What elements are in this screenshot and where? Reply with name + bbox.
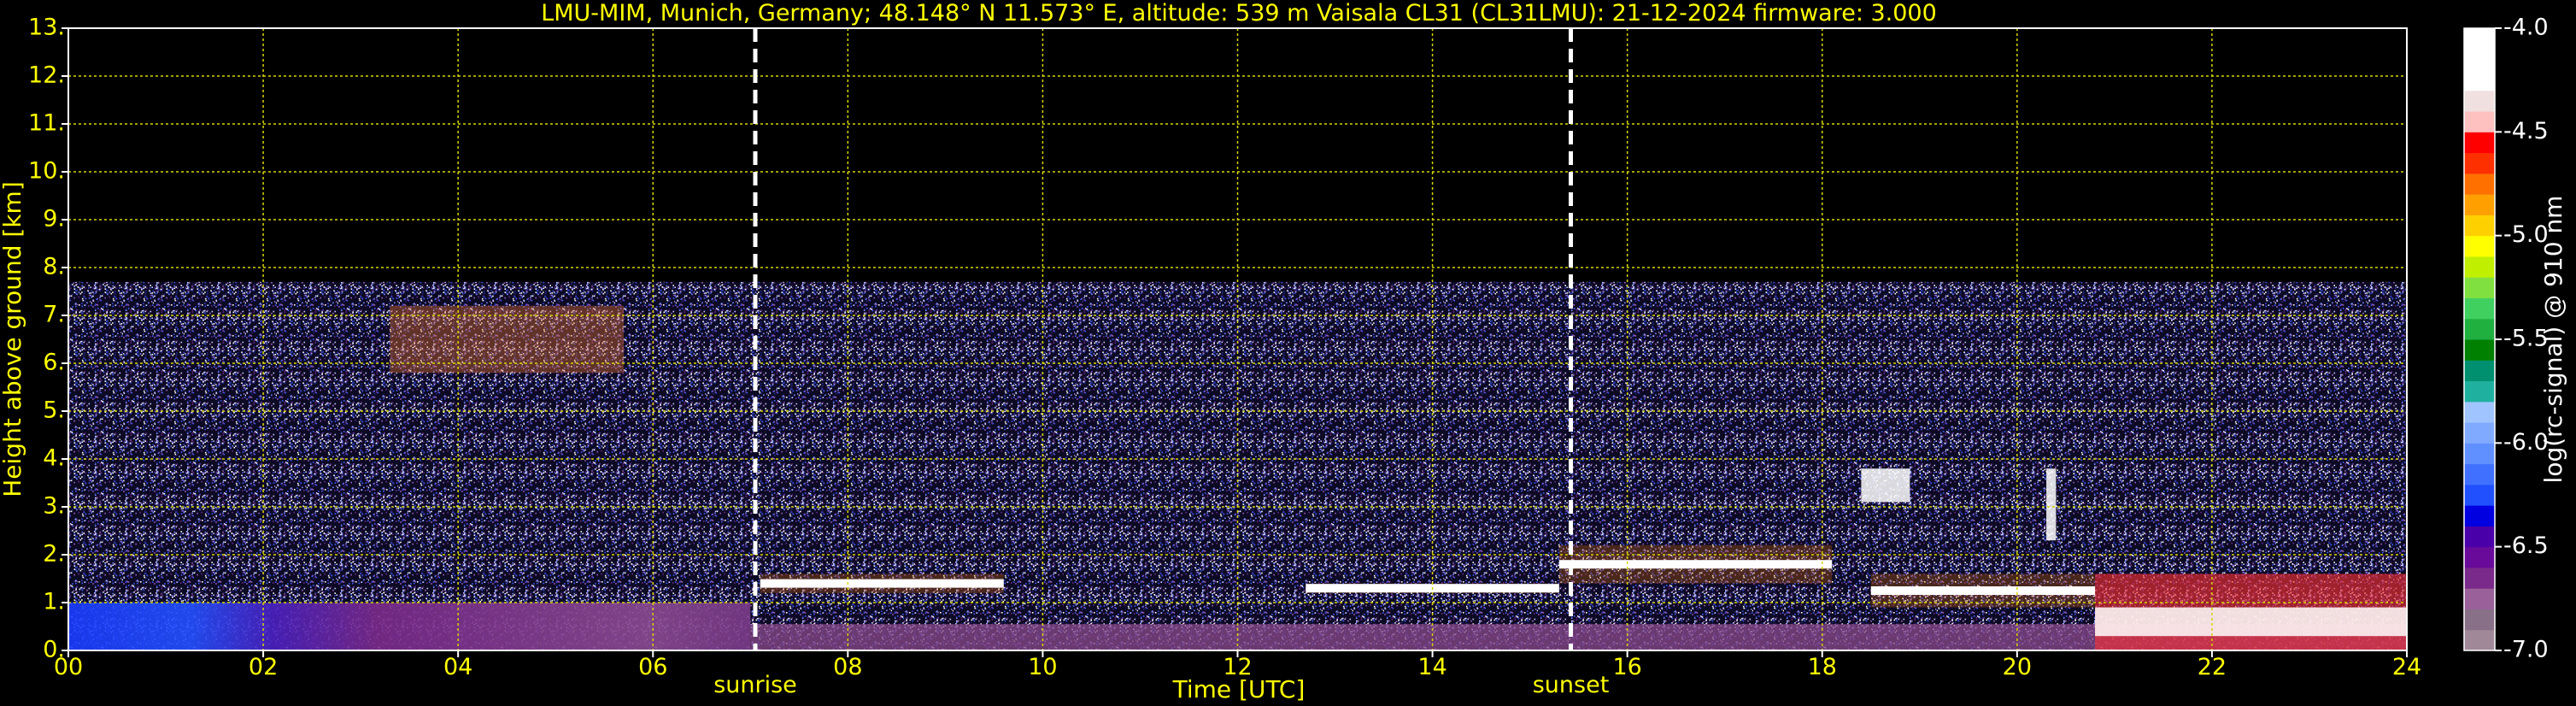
y-tick-label: 1. [43, 589, 65, 615]
colorbar-segment [2464, 28, 2495, 50]
colorbar-segment [2464, 546, 2495, 568]
ceilometer-chart: LMU-MIM, Munich, Germany; 48.148° N 11.5… [0, 0, 2567, 703]
colorbar-segment [2464, 152, 2495, 174]
colorbar-segment [2464, 609, 2495, 631]
cloud-layer [760, 579, 1004, 588]
y-tick-label: 13. [28, 15, 65, 41]
colorbar-tick-label: -4.0 [2503, 15, 2549, 41]
colorbar-segment [2464, 69, 2495, 91]
x-tick-label: 16 [1612, 654, 1641, 680]
colorbar-segment [2464, 235, 2495, 257]
colorbar-segment [2464, 484, 2495, 506]
y-tick-label: 3. [43, 493, 65, 520]
x-tick-label: 20 [2003, 654, 2032, 680]
x-tick-label: 02 [249, 654, 278, 680]
colorbar-segment [2464, 567, 2495, 589]
colorbar-tick-label: -4.5 [2503, 118, 2549, 144]
colorbar-segment [2464, 401, 2495, 423]
y-tick-label: 9. [43, 206, 65, 232]
colorbar-segment [2464, 111, 2495, 132]
colorbar-segment [2464, 90, 2495, 112]
colorbar-segment [2464, 318, 2495, 340]
chart-title: LMU-MIM, Munich, Germany; 48.148° N 11.5… [541, 0, 1937, 26]
y-axis-ticks: 0.1.2.3.4.5.6.7.8.9.10.11.12.13. [28, 15, 68, 663]
colorbar-label: log(rc-signal) @ 910 nm [2539, 196, 2567, 484]
y-axis-label: Height above ground [km] [0, 181, 26, 497]
cloud-layer [1558, 560, 1833, 569]
y-tick-label: 6. [43, 350, 65, 376]
x-tick-label: 18 [1808, 654, 1837, 680]
colorbar-segment [2464, 629, 2495, 651]
sunset-label: sunset [1533, 672, 1610, 698]
sunrise-label: sunrise [713, 672, 797, 698]
y-tick-label: 8. [43, 254, 65, 280]
colorbar-segment [2464, 194, 2495, 215]
colorbar-segment [2464, 49, 2495, 71]
x-tick-label: 22 [2198, 654, 2227, 680]
colorbar-tick-label: -7.0 [2503, 637, 2549, 663]
y-tick-label: 10. [28, 158, 65, 185]
colorbar-segment [2464, 443, 2495, 465]
colorbar-segment [2464, 256, 2495, 278]
x-tick-label: 24 [2392, 654, 2421, 680]
colorbar-segment [2464, 173, 2495, 195]
x-tick-label: 04 [443, 654, 472, 680]
y-tick-label: 7. [43, 302, 65, 328]
y-tick-label: 5. [43, 397, 65, 424]
colorbar-segment [2464, 360, 2495, 382]
colorbar-segment [2464, 526, 2495, 548]
y-tick-label: 11. [28, 110, 65, 137]
cloud-patch [1861, 468, 1910, 503]
cloud-patch [2046, 468, 2057, 541]
y-tick-label: 12. [28, 62, 65, 89]
colorbar-segment [2464, 215, 2495, 237]
boundary-layer-morning [68, 603, 751, 650]
colorbar-tick-label: -6.5 [2503, 532, 2549, 559]
colorbar-segment [2464, 380, 2495, 403]
x-tick-label: 14 [1417, 654, 1446, 680]
colorbar-segment [2464, 277, 2495, 298]
x-tick-label: 10 [1028, 654, 1057, 680]
colorbar-segment [2464, 132, 2495, 154]
colorbar-segment [2464, 588, 2495, 609]
x-tick-label: 08 [833, 654, 862, 680]
cloud-layer [1870, 586, 2096, 595]
colorbar-segment [2464, 339, 2495, 361]
colorbar-segment [2464, 505, 2495, 527]
colorbar-segment [2464, 297, 2495, 320]
colorbar-segment [2464, 422, 2495, 444]
x-axis-label: Time [UTC] [1172, 675, 1306, 703]
x-tick-label: 06 [638, 654, 667, 680]
colorbar [2463, 27, 2496, 651]
colorbar-segment [2464, 463, 2495, 485]
x-tick-label: 00 [54, 654, 83, 680]
y-tick-label: 2. [43, 541, 65, 568]
strong-return-core [2095, 607, 2407, 637]
y-tick-label: 4. [43, 445, 65, 472]
